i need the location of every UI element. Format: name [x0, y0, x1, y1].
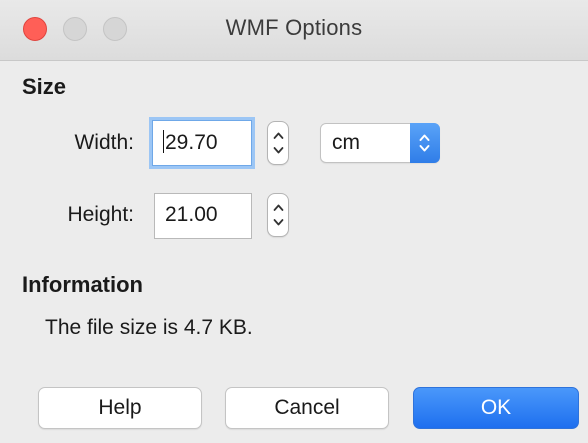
- unit-select[interactable]: cm: [320, 123, 440, 163]
- width-value: 29.70: [165, 131, 218, 154]
- wmf-options-dialog: WMF Options Size Width: 29.70 cm Height:…: [0, 0, 588, 443]
- cancel-button[interactable]: Cancel: [225, 387, 389, 429]
- width-field[interactable]: 29.70: [152, 120, 252, 166]
- height-label: Height:: [67, 203, 134, 226]
- select-arrow: [410, 123, 440, 163]
- ok-button[interactable]: OK: [413, 387, 579, 429]
- height-field[interactable]: 21.00: [154, 193, 252, 239]
- title-bar: WMF Options: [0, 0, 588, 61]
- height-stepper[interactable]: [267, 193, 289, 237]
- height-value: 21.00: [165, 203, 218, 226]
- help-button[interactable]: Help: [38, 387, 202, 429]
- stepper-arrows-icon: [273, 204, 284, 226]
- file-size-info: The file size is 4.7 KB.: [45, 316, 253, 339]
- chevron-updown-icon: [419, 134, 430, 152]
- stepper-arrows-icon: [273, 132, 284, 154]
- size-heading: Size: [22, 74, 67, 99]
- window-title: WMF Options: [225, 15, 363, 40]
- text-caret: [163, 130, 164, 153]
- information-heading: Information: [22, 272, 143, 297]
- width-stepper[interactable]: [267, 121, 289, 165]
- unit-select-value: cm: [332, 131, 360, 154]
- width-label: Width:: [74, 131, 134, 154]
